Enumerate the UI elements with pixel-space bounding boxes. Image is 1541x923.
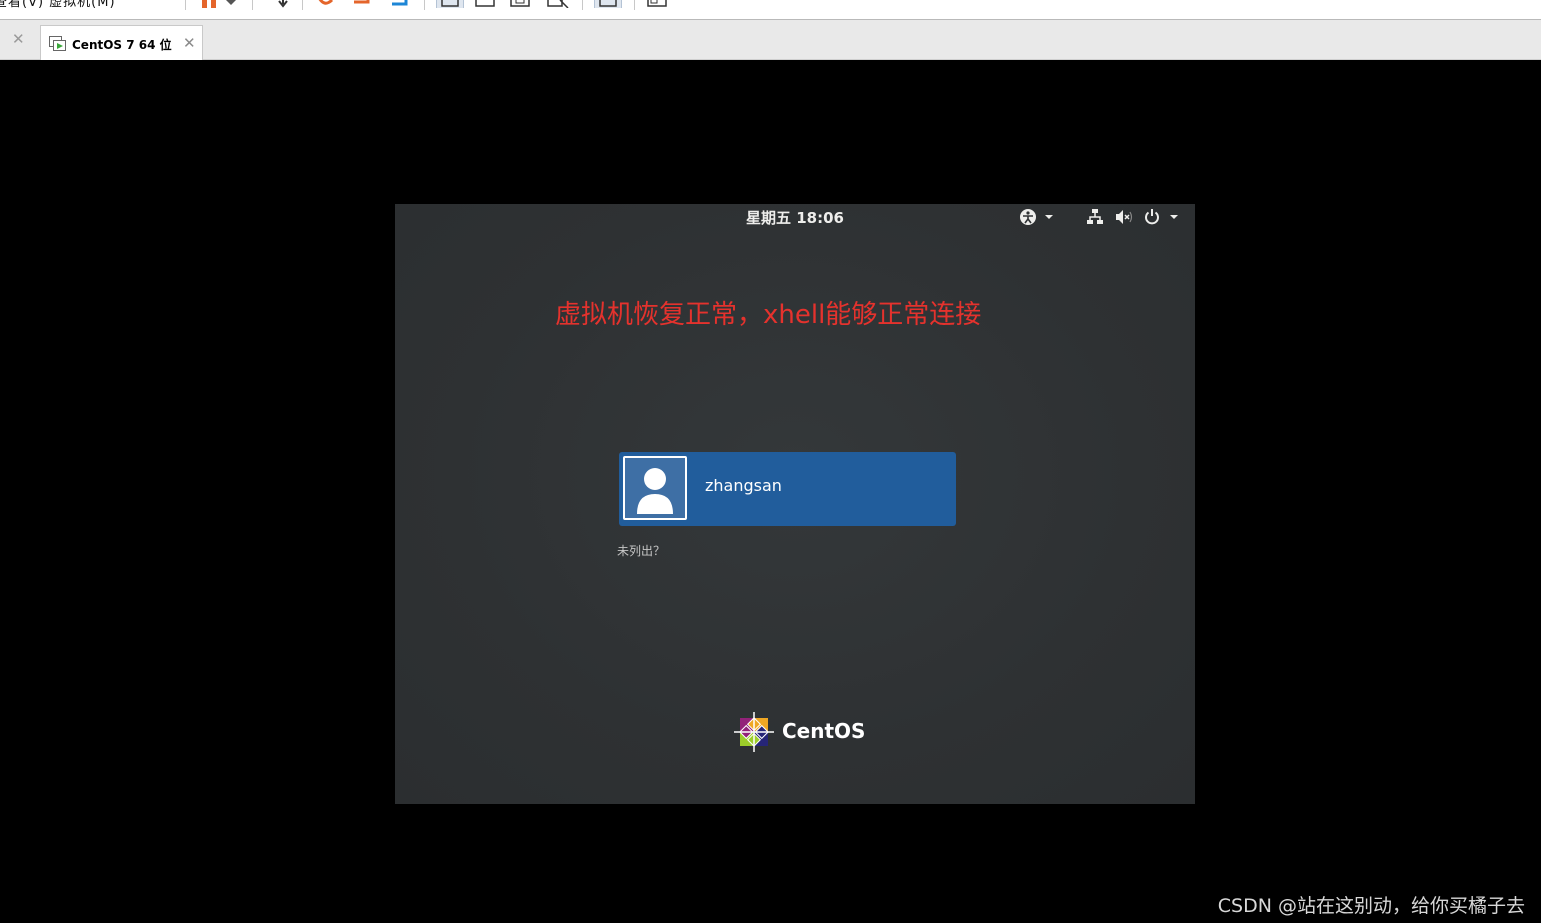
toolbar-separator: [634, 0, 635, 10]
thumbnail-bar-icon[interactable]: [646, 0, 668, 8]
tab-close-icon[interactable]: ✕: [183, 34, 196, 52]
toolbar-separator: [302, 0, 303, 10]
stretch-guest-icon[interactable]: [546, 0, 570, 8]
menu-bar-fragment[interactable]: 查看(V) 虚拟机(M): [0, 0, 116, 10]
host-toolbar: 查看(V) 虚拟机(M): [0, 0, 1541, 20]
accessibility-icon[interactable]: [1018, 208, 1058, 226]
toolbar-separator: [424, 0, 425, 10]
close-icon[interactable]: ✕: [12, 32, 25, 47]
not-listed-link[interactable]: 未列出？: [617, 542, 665, 559]
full-screen-icon[interactable]: [436, 0, 464, 8]
toolbar-separator: [252, 0, 253, 10]
pause-icon[interactable]: [200, 0, 220, 8]
network-icon[interactable]: [1086, 208, 1104, 226]
user-avatar-icon: [623, 456, 687, 520]
toolbar-separator: [185, 0, 186, 10]
centos-brand-text: CentOS: [782, 719, 866, 743]
username-label: zhangsan: [705, 476, 782, 495]
vm-running-icon: [49, 36, 66, 51]
library-view-icon[interactable]: [594, 0, 622, 8]
centos-logo-icon: [734, 712, 774, 752]
snapshot-manager-icon[interactable]: [390, 0, 412, 8]
volume-muted-icon[interactable]: [1114, 208, 1134, 226]
vm-screen[interactable]: 星期五 18:06 虚拟机恢复正常，xhell能够正常连接 zhangsan 未…: [395, 204, 1195, 804]
annotation-text: 虚拟机恢复正常，xhell能够正常连接: [555, 300, 982, 330]
vm-tab-bar: ✕ CentOS 7 64 位 ✕: [0, 20, 1541, 60]
tab-centos-7-64[interactable]: CentOS 7 64 位 ✕: [40, 25, 203, 60]
send-keys-icon[interactable]: [276, 0, 290, 8]
unity-icon[interactable]: [508, 0, 532, 8]
toolbar-separator: [582, 0, 583, 10]
console-view-icon[interactable]: [474, 0, 496, 8]
dropdown-arrow-icon[interactable]: [224, 0, 238, 8]
snapshot-icon[interactable]: [314, 0, 336, 8]
watermark-text: CSDN @站在这别动，给你买橘子去: [1217, 895, 1525, 917]
user-list-item-zhangsan[interactable]: zhangsan: [619, 452, 956, 526]
top-bar-clock[interactable]: 星期五 18:06: [395, 207, 1195, 228]
power-icon[interactable]: [1144, 208, 1184, 226]
revert-snapshot-icon[interactable]: [352, 0, 374, 8]
tab-label: CentOS 7 64 位: [72, 38, 172, 52]
